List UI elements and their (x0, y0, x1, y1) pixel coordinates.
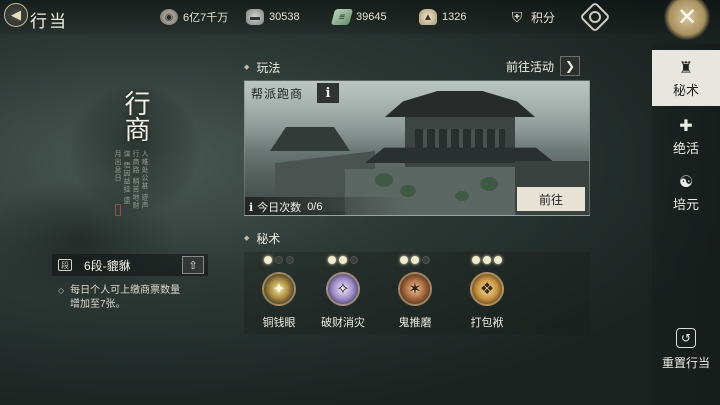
top-bar: ◀ 行当 ◉ 6亿7千万 ▬ 30538 ≡ 39645 ▲ 1326 ⛨ 积分… (0, 0, 720, 40)
level-dot-filled (483, 256, 491, 264)
fortune-shield-icon: ✧ (326, 272, 360, 306)
rank-up-button[interactable]: ⇧ (182, 256, 204, 274)
chevron-right-icon: ❯ (560, 56, 581, 76)
coin-eye-icon: ✦ (262, 272, 296, 306)
go-button[interactable]: 前往 (517, 187, 585, 211)
secret-arts-section-header: ◆ 秘术 (244, 229, 280, 247)
ink-wash-decoration (0, 180, 180, 300)
tab-technique[interactable]: ✚ 绝活 (652, 108, 720, 164)
settings-icon[interactable] (579, 1, 611, 33)
level-dot-filled (264, 256, 272, 264)
coin-bag-icon: ◉ (160, 9, 178, 25)
profession-name: 行商 (120, 90, 150, 142)
millstone-icon: ✶ (398, 272, 432, 306)
skill-level-dots (472, 256, 502, 266)
tab-label: 培元 (672, 196, 699, 212)
skill-name: 鬼推磨 (398, 317, 432, 329)
level-dot-empty (422, 256, 430, 264)
tab-secret-arts[interactable]: ♜ 秘术 (652, 50, 720, 106)
goto-activity-button[interactable]: 前往活动 ❯ (506, 56, 581, 76)
skills-panel: ✦ 铜钱眼 ✧ 破财消灾 ✶ 鬼推磨 ❖ 打包袱 (244, 252, 590, 334)
silver-ingot-icon: ▬ (246, 9, 264, 25)
resource-value: 39645 (356, 11, 387, 23)
resource-silver[interactable]: ▬ 30538 (246, 8, 300, 26)
skill-name: 打包袱 (470, 317, 504, 329)
cultivate-icon: ☯ (678, 173, 694, 191)
rank-text: 6段-貔貅 (84, 258, 131, 273)
gameplay-title: 玩法 (256, 60, 281, 75)
gameplay-card[interactable]: 帮派跑商 i i 今日次数 0/6 前往 (244, 80, 590, 216)
tab-label: 绝活 (672, 140, 699, 156)
level-dot-filled (328, 256, 336, 264)
card-title: 帮派跑商 (251, 87, 304, 101)
info-icon: i (249, 200, 254, 214)
skill-item-tongqianyan[interactable]: ✦ 铜钱眼 (244, 256, 314, 334)
skill-item-pocaixiaozai[interactable]: ✧ 破财消灾 (308, 256, 378, 334)
tab-cultivate[interactable]: ☯ 培元 (652, 164, 720, 220)
level-dot-filled (411, 256, 419, 264)
info-icon: i (325, 85, 331, 101)
tree (375, 173, 393, 187)
level-dot-empty (286, 256, 294, 264)
resource-value: 1326 (442, 11, 467, 23)
daily-count-value: 0/6 (307, 201, 323, 213)
points-button[interactable]: ⛨ 积分 (508, 8, 555, 26)
reset-profession-button[interactable]: ↺ 重置行当 (652, 324, 720, 374)
ticket-icon: ≡ (330, 9, 354, 25)
gameplay-section-header: ◆ 玩法 (244, 58, 280, 76)
diamond-bullet-icon: ◇ (58, 286, 65, 295)
reset-icon: ↺ (676, 327, 696, 348)
rank-desc-line1: 每日个人可上缴商票数量 (70, 285, 181, 296)
info-button[interactable]: i (317, 83, 339, 103)
resource-coins[interactable]: ◉ 6亿7千万 (160, 8, 228, 26)
tab-label: 秘术 (672, 82, 699, 98)
resource-value: 6亿7千万 (183, 12, 229, 24)
resource-value: 30538 (269, 11, 300, 23)
shield-points-icon: ⛨ (511, 8, 523, 25)
close-icon: ✕ (676, 3, 698, 31)
side-tab-bar: ♜ 秘术 ✚ 绝活 ☯ 培元 ↺ 重置行当 (652, 44, 720, 405)
page-title: 行当 (30, 12, 68, 31)
level-dot-filled (494, 256, 502, 264)
level-dot-empty (350, 256, 358, 264)
profession-poem: 人难处公甚 迹声行商路 稍苦地财谋 悟因益挂 盛月出息日 (114, 150, 149, 210)
diamond-bullet-icon: ◆ (244, 235, 250, 242)
rank-description: ◇ 每日个人可上缴商票数量 增加至7张。 (58, 284, 218, 312)
back-arrow-icon: ◀ (11, 7, 21, 22)
rank-desc-line2: 增加至7张。 (70, 299, 126, 310)
level-dot-filled (472, 256, 480, 264)
resource-gold-ingot[interactable]: ▲ 1326 (419, 8, 466, 26)
technique-icon: ✚ (679, 117, 693, 135)
skill-name: 破财消灾 (321, 317, 365, 329)
tree (480, 177, 498, 191)
skill-level-dots (264, 256, 294, 266)
skill-name: 铜钱眼 (262, 317, 296, 329)
level-dot-filled (400, 256, 408, 264)
close-button[interactable]: ✕ (664, 0, 710, 40)
daily-count: i 今日次数 0/6 (245, 197, 405, 215)
skill-item-dabaofu[interactable]: ❖ 打包袱 (452, 256, 522, 334)
skill-level-dots (400, 256, 430, 266)
goto-activity-label: 前往活动 (506, 59, 555, 74)
diamond-bullet-icon: ◆ (244, 64, 250, 71)
skill-level-dots (328, 256, 358, 266)
points-label: 积分 (531, 10, 556, 25)
secret-arts-title: 秘术 (256, 231, 281, 246)
scroll-icon: ♜ (678, 59, 694, 77)
reset-label: 重置行当 (661, 355, 710, 370)
gold-ingot-icon: ▲ (419, 9, 437, 25)
daily-count-label: 今日次数 (257, 202, 302, 214)
bundle-icon: ❖ (470, 272, 504, 306)
level-dot-filled (339, 256, 347, 264)
seal-stamp (115, 204, 121, 216)
tree (400, 185, 416, 197)
level-dot-empty (275, 256, 283, 264)
tree (455, 191, 469, 201)
back-button[interactable]: ◀ (4, 3, 28, 27)
resource-tickets[interactable]: ≡ 39645 (330, 8, 387, 26)
arrow-up-icon: ⇧ (188, 259, 198, 272)
rank-badge-icon: 段 (58, 259, 72, 271)
skill-item-guituimo[interactable]: ✶ 鬼推磨 (380, 256, 450, 334)
